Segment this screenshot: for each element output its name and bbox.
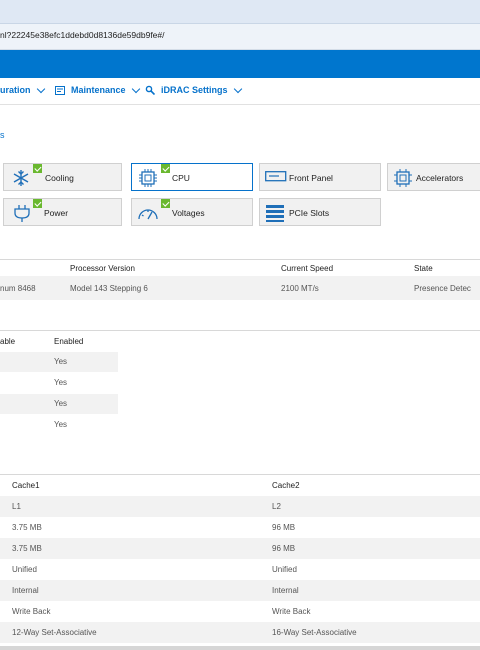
col-state: State [414, 264, 433, 273]
divider [0, 259, 480, 260]
chevron-down-icon [36, 84, 45, 93]
tile-pcie-slots-label: PCIe Slots [289, 208, 330, 218]
browser-tab-strip [0, 0, 480, 24]
app-header-bar [0, 50, 480, 78]
cpu-icon [139, 169, 157, 187]
url-text[interactable]: nl?22245e38efc1ddebd0d8136de59db9fe#/ [0, 30, 165, 40]
cache2-value: 96 MB [272, 523, 296, 532]
col-cache2: Cache2 [272, 481, 300, 490]
processor-speed: 2100 MT/s [281, 284, 319, 293]
cache2-value: 96 MB [272, 544, 296, 553]
power-plug-icon [14, 205, 30, 222]
cache1-value: 3.75 MB [12, 523, 42, 532]
feature-enabled: Yes [54, 399, 68, 408]
cache2-value: Unified [272, 565, 297, 574]
address-bar[interactable]: nl?22245e38efc1ddebd0d8136de59db9fe#/ [0, 24, 480, 50]
feature-enabled: Yes [54, 420, 68, 429]
idrac-settings-icon [145, 85, 155, 95]
table-row: L1 L2 [0, 496, 480, 517]
breadcrumb[interactable]: s [0, 130, 5, 140]
pcie-slots-icon [266, 205, 284, 222]
processor-state: Presence Detec [414, 284, 471, 293]
feature-enabled: Yes [54, 357, 68, 366]
table-row: Yes [0, 394, 118, 414]
menu-maintenance[interactable]: Maintenance [55, 84, 140, 95]
tile-pcie-slots[interactable]: PCIe Slots [259, 198, 381, 226]
snowflake-icon [13, 170, 29, 186]
tile-cooling-label: Cooling [45, 173, 74, 183]
cache2-value: Internal [272, 586, 299, 595]
front-panel-icon [265, 171, 287, 182]
cache1-value: L1 [12, 502, 21, 511]
tile-cpu-label: CPU [172, 173, 190, 183]
cache2-value: Write Back [272, 607, 311, 616]
table-row: Internal Internal [0, 580, 480, 601]
menu-idrac-settings-label: iDRAC Settings [161, 85, 228, 95]
table-row: Yes [0, 373, 118, 393]
table-row: 3.75 MB 96 MB [0, 538, 480, 559]
processor-model: num 8468 [0, 284, 36, 293]
tile-accelerators-label: Accelerators [416, 173, 464, 183]
col-cache1: Cache1 [12, 481, 40, 490]
tile-voltages[interactable]: Voltages [131, 198, 253, 226]
status-ok-icon [33, 164, 42, 173]
feature-enabled: Yes [54, 378, 68, 387]
status-ok-icon [161, 199, 170, 208]
cache1-value: Internal [12, 586, 39, 595]
tile-power-label: Power [44, 208, 69, 218]
tile-accelerators[interactable]: Accelerators [387, 163, 480, 191]
menu-configuration[interactable]: uration [0, 84, 45, 95]
col-capable: able [0, 337, 16, 346]
table-row: Write Back Write Back [0, 601, 480, 622]
accelerator-icon [394, 169, 412, 187]
menu-configuration-label: uration [0, 85, 31, 95]
horizontal-scrollbar[interactable] [0, 646, 480, 650]
col-processor-version: Processor Version [70, 264, 135, 273]
status-ok-icon [33, 199, 42, 208]
cache2-value: 16-Way Set-Associative [272, 628, 357, 637]
col-enabled: Enabled [54, 337, 84, 346]
processor-version: Model 143 Stepping 6 [70, 284, 148, 293]
cache1-value: 12-Way Set-Associative [12, 628, 97, 637]
tile-voltages-label: Voltages [172, 208, 205, 218]
tile-power[interactable]: Power [3, 198, 122, 226]
divider [0, 474, 480, 475]
cache1-value: Unified [12, 565, 37, 574]
table-row: 3.75 MB 96 MB [0, 517, 480, 538]
cache1-value: Write Back [12, 607, 51, 616]
menu-idrac-settings[interactable]: iDRAC Settings [145, 84, 242, 95]
table-row: Yes [0, 352, 118, 372]
status-ok-icon [161, 164, 170, 173]
tile-cpu[interactable]: CPU [131, 163, 253, 191]
table-row: Yes [0, 415, 118, 435]
table-row: 12-Way Set-Associative 16-Way Set-Associ… [0, 622, 480, 643]
chevron-down-icon [233, 84, 242, 93]
chevron-down-icon [131, 84, 140, 93]
divider [0, 330, 480, 331]
menu-maintenance-label: Maintenance [71, 85, 126, 95]
cache2-value: L2 [272, 502, 281, 511]
maintenance-icon [55, 85, 65, 95]
cache1-value: 3.75 MB [12, 544, 42, 553]
tile-front-panel-label: Front Panel [289, 173, 333, 183]
tile-cooling[interactable]: Cooling [3, 163, 122, 191]
table-row: num 8468 Model 143 Stepping 6 2100 MT/s … [0, 276, 480, 300]
table-row: Unified Unified [0, 559, 480, 580]
tile-front-panel[interactable]: Front Panel [259, 163, 381, 191]
voltage-gauge-icon [138, 209, 158, 220]
main-menu: uration Maintenance iDRAC Settings [0, 78, 480, 105]
col-current-speed: Current Speed [281, 264, 334, 273]
